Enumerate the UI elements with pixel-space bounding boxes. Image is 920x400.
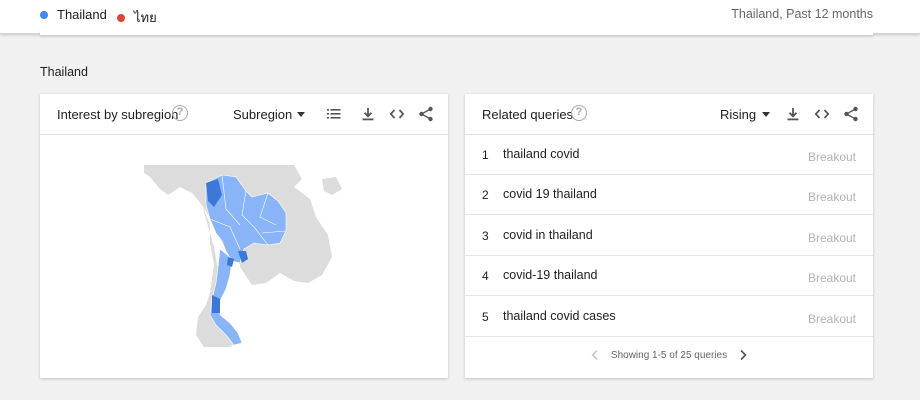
help-icon[interactable]: ? (571, 105, 587, 121)
download-icon[interactable] (360, 106, 376, 122)
query-row[interactable]: 5 thailand covid cases Breakout (465, 297, 873, 337)
query-rank: 5 (482, 310, 489, 324)
query-row[interactable]: 4 covid-19 thailand Breakout (465, 256, 873, 296)
chevron-down-icon[interactable] (297, 112, 305, 117)
share-icon[interactable] (418, 106, 434, 122)
query-value: Breakout (807, 271, 856, 285)
legend-item-thailand[interactable]: Thailand (40, 7, 107, 22)
query-rank: 1 (482, 148, 489, 162)
query-text[interactable]: covid 19 thailand (503, 187, 597, 201)
query-rank: 3 (482, 229, 489, 243)
legend-item-thai[interactable]: ไทย (117, 7, 157, 28)
subregion-map[interactable] (144, 165, 352, 347)
query-value: Breakout (807, 231, 856, 245)
query-text[interactable]: thailand covid (503, 147, 579, 161)
query-row[interactable]: 3 covid in thailand Breakout (465, 216, 873, 256)
subregion-selector[interactable]: Subregion (233, 107, 292, 122)
legend-dot-icon (40, 10, 48, 19)
query-text[interactable]: covid in thailand (503, 228, 593, 242)
query-rank: 2 (482, 188, 489, 202)
card-title: Interest by subregion (57, 107, 179, 122)
interest-by-subregion-card: Interest by subregion ? Subregion (40, 94, 448, 378)
card-header: Related queries ? Rising (465, 94, 873, 135)
section-title: Thailand (40, 65, 88, 79)
card-header: Interest by subregion ? Subregion (40, 94, 448, 135)
chevron-right-icon[interactable] (736, 348, 750, 362)
query-text[interactable]: thailand covid cases (503, 309, 616, 323)
query-value: Breakout (807, 190, 856, 204)
pagination-label: Showing 1-5 of 25 queries (610, 349, 728, 361)
query-row[interactable]: 1 thailand covid Breakout (465, 135, 873, 175)
query-value: Breakout (807, 150, 856, 164)
pagination: Showing 1-5 of 25 queries (465, 348, 873, 362)
chevron-down-icon[interactable] (762, 112, 770, 117)
download-icon[interactable] (785, 106, 801, 122)
list-icon[interactable] (326, 106, 342, 122)
related-queries-card: Related queries ? Rising 1 thailand covi… (465, 94, 873, 378)
card-title: Related queries (482, 107, 574, 122)
embed-icon[interactable] (814, 106, 830, 122)
rising-selector[interactable]: Rising (720, 107, 756, 122)
island-land (322, 177, 342, 195)
region-period-label: Thailand, Past 12 months (731, 7, 873, 21)
query-row[interactable]: 2 covid 19 thailand Breakout (465, 175, 873, 215)
comparison-legend-bar: Thailand ไทย Thailand, Past 12 months (0, 0, 920, 34)
legend-dot-icon (117, 13, 125, 22)
legend-label: Thailand (57, 7, 107, 22)
embed-icon[interactable] (389, 106, 405, 122)
legend-card-edge (40, 30, 873, 36)
help-icon[interactable]: ? (172, 105, 188, 121)
legend-label: ไทย (134, 10, 157, 25)
query-text[interactable]: covid-19 thailand (503, 268, 598, 282)
share-icon[interactable] (843, 106, 859, 122)
query-rank: 4 (482, 269, 489, 283)
query-value: Breakout (807, 312, 856, 326)
chevron-left-icon[interactable] (588, 348, 602, 362)
